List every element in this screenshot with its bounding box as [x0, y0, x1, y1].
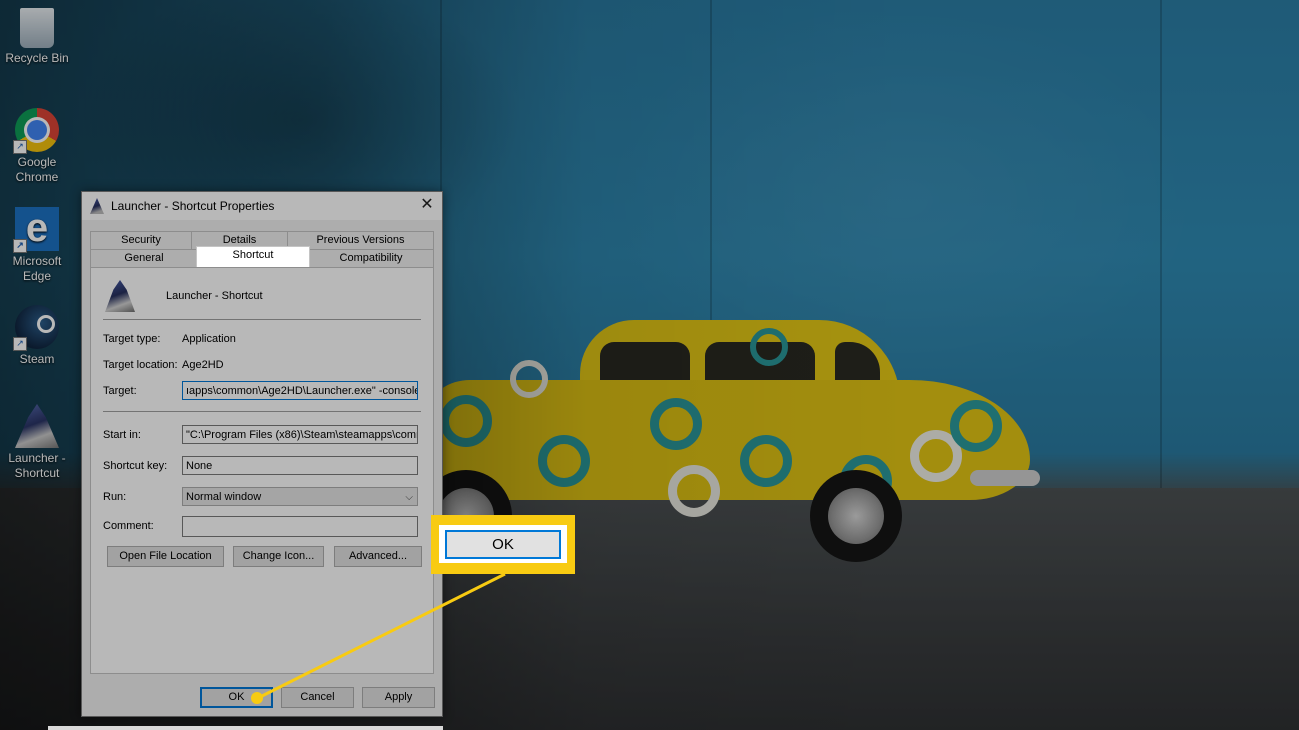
- callout-ok-button: OK: [445, 530, 561, 559]
- ok-callout-box: OK: [431, 515, 575, 574]
- callout-connector: [251, 572, 506, 704]
- tab-shortcut[interactable]: Shortcut: [196, 246, 310, 267]
